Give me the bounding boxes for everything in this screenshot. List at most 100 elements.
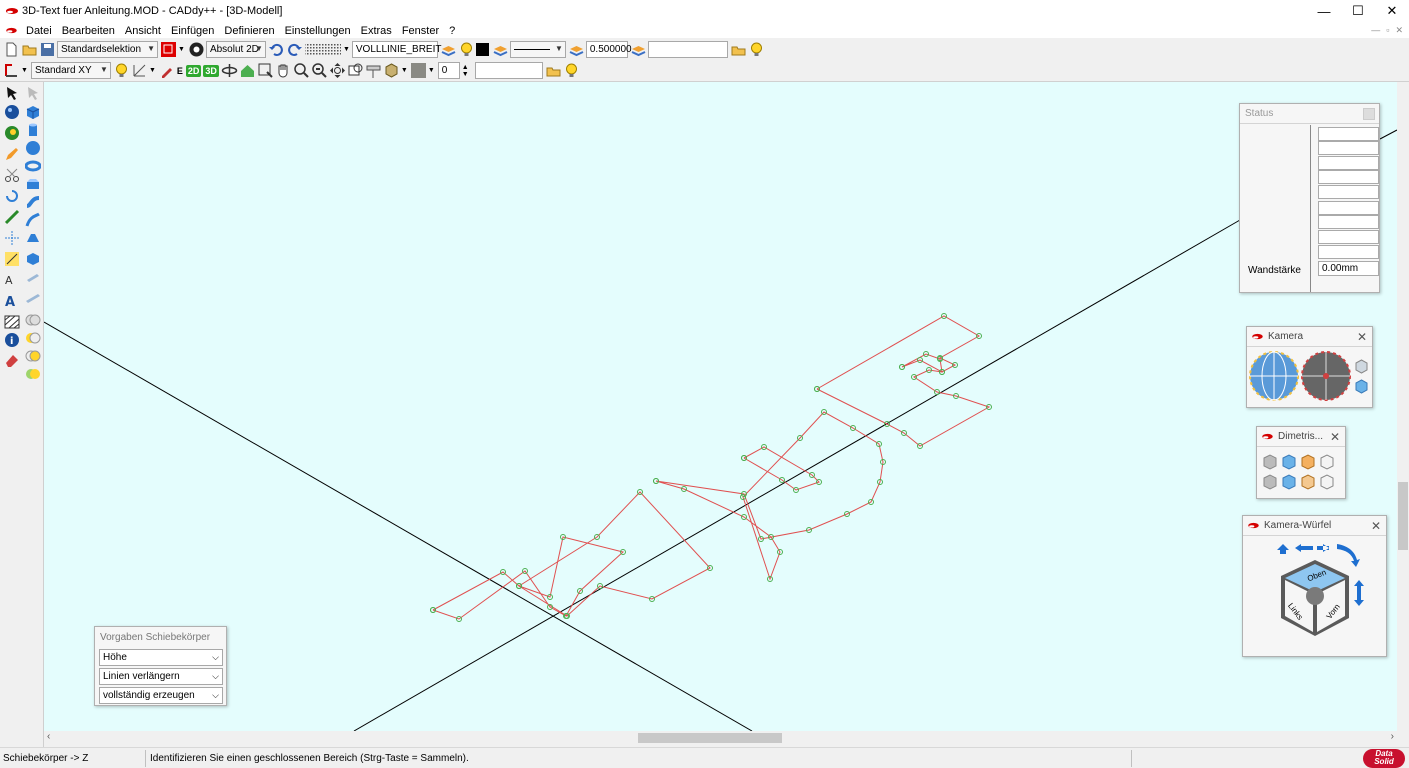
- letter-d-contour[interactable]: [655, 411, 884, 581]
- caret-icon[interactable]: ▼: [178, 46, 185, 53]
- select-box-icon[interactable]: [160, 41, 177, 58]
- dimetric-panel-header[interactable]: Dimetris... ✕: [1257, 427, 1345, 447]
- status-cell[interactable]: [1318, 141, 1379, 155]
- menu-help[interactable]: ?: [444, 25, 460, 37]
- dimetric-view-cube-icon[interactable]: [1320, 474, 1334, 490]
- horizontal-scrollbar[interactable]: ‹ ›: [44, 731, 1397, 745]
- pipe-icon[interactable]: [25, 194, 41, 210]
- pen-tool-icon[interactable]: [159, 62, 176, 79]
- line-style-select[interactable]: ▼: [509, 40, 566, 58]
- new-file-icon[interactable]: [3, 41, 20, 58]
- status-cell[interactable]: [1318, 230, 1379, 244]
- pointer-secondary-icon[interactable]: [25, 85, 41, 101]
- slice-icon[interactable]: [25, 270, 41, 286]
- close-icon[interactable]: ✕: [1371, 519, 1381, 533]
- torus-icon[interactable]: [25, 158, 41, 174]
- toolbar1-input[interactable]: [647, 40, 728, 58]
- layer-stack-icon[interactable]: [440, 41, 457, 58]
- pen-layer-icon[interactable]: [630, 41, 647, 58]
- model-view[interactable]: [44, 82, 1397, 731]
- status-cell[interactable]: [1318, 170, 1379, 184]
- light-bulb-icon[interactable]: [113, 62, 130, 79]
- dimension-icon[interactable]: [4, 230, 20, 246]
- extrude-icon[interactable]: [25, 176, 41, 192]
- dimetric-view-cube-icon[interactable]: [1263, 474, 1277, 490]
- redo-icon[interactable]: [286, 41, 303, 58]
- caret-icon[interactable]: ▼: [401, 67, 408, 74]
- horizontal-scroll-thumb[interactable]: [638, 733, 782, 743]
- camera-panel-header[interactable]: Kamera ✕: [1247, 327, 1372, 347]
- menu-bearbeiten[interactable]: Bearbeiten: [57, 25, 120, 37]
- dimetric-view-cube-icon[interactable]: [1320, 454, 1334, 470]
- rotate-view-icon[interactable]: [221, 62, 238, 79]
- coordinate-mode-icon[interactable]: [188, 41, 205, 58]
- toolbar2-input[interactable]: [474, 62, 543, 79]
- status-cell[interactable]: [1318, 215, 1379, 229]
- menu-datei[interactable]: Datei: [21, 25, 57, 37]
- plane-select[interactable]: Standard XY ▼: [30, 62, 111, 79]
- wall-thickness-field[interactable]: 0.00mm: [1318, 261, 1379, 276]
- render-box-icon[interactable]: [383, 62, 400, 79]
- view-2d-button[interactable]: 2D: [185, 64, 202, 77]
- menu-einfuegen[interactable]: Einfügen: [166, 25, 219, 37]
- combine-icon[interactable]: [25, 366, 41, 382]
- layer-name-field[interactable]: VOLLLINIE_BREIT: [351, 40, 441, 58]
- loft-icon[interactable]: [25, 230, 41, 246]
- color-swatch[interactable]: [475, 42, 489, 56]
- light-bulb-icon[interactable]: [748, 41, 765, 58]
- selection-mode-select[interactable]: Standardselektion ▼: [57, 40, 158, 58]
- axis-icon[interactable]: [131, 62, 148, 79]
- drawing-canvas[interactable]: [44, 82, 1397, 731]
- document-logo-icon[interactable]: [6, 27, 17, 34]
- letter-v-contour[interactable]: [432, 536, 625, 620]
- menu-extras[interactable]: Extras: [356, 25, 397, 37]
- grid-pattern-icon[interactable]: [304, 41, 342, 58]
- status-cell[interactable]: [1318, 185, 1379, 199]
- vertex-markers[interactable]: [430, 313, 992, 622]
- view-cube-small-icon[interactable]: [1354, 359, 1369, 374]
- panel-close-icon[interactable]: [1363, 108, 1375, 120]
- rotate-copy-icon[interactable]: [4, 188, 20, 204]
- close-button[interactable]: ✕: [1375, 0, 1409, 22]
- text-contours[interactable]: [432, 315, 991, 620]
- status-cell[interactable]: [1318, 201, 1379, 215]
- line-width-field[interactable]: 0.500000: [585, 40, 632, 58]
- height-mode-select[interactable]: Höhe ⌵: [99, 649, 223, 666]
- hatch-icon[interactable]: [4, 314, 20, 330]
- fill-color-swatch[interactable]: [410, 63, 426, 78]
- cylinder-icon[interactable]: [25, 122, 41, 138]
- close-icon[interactable]: ✕: [1357, 330, 1367, 344]
- menu-ansicht[interactable]: Ansicht: [120, 25, 166, 37]
- caret-icon[interactable]: ▼: [428, 67, 435, 74]
- line-width-icon[interactable]: [568, 41, 585, 58]
- counter-field[interactable]: 0: [437, 62, 460, 79]
- dimetric-view-cube-icon[interactable]: [1301, 454, 1315, 470]
- sphere-globe-icon[interactable]: [4, 104, 20, 120]
- folder-layer-icon[interactable]: [730, 41, 747, 58]
- pan-hand-icon[interactable]: [275, 62, 292, 79]
- zoom-out-icon[interactable]: [311, 62, 328, 79]
- workplane-icon[interactable]: [3, 62, 20, 79]
- text-tool-icon[interactable]: A: [4, 272, 20, 288]
- subtract-icon[interactable]: [25, 330, 41, 346]
- house-view-icon[interactable]: [239, 62, 256, 79]
- orbit-globe-icon[interactable]: [1249, 351, 1299, 401]
- scissors-icon[interactable]: [4, 167, 20, 183]
- undo-icon[interactable]: [268, 41, 285, 58]
- letter-d-inner[interactable]: [743, 446, 820, 491]
- status-cell[interactable]: [1318, 127, 1379, 141]
- extend-lines-select[interactable]: Linien verlängern ⌵: [99, 668, 223, 685]
- text-edit-icon[interactable]: A: [4, 293, 20, 309]
- measure-icon[interactable]: [365, 62, 382, 79]
- sphere-icon[interactable]: [25, 140, 41, 156]
- union-icon[interactable]: [25, 312, 41, 328]
- dimetric-view-cube-icon[interactable]: [1263, 454, 1277, 470]
- folder-layer-icon[interactable]: [545, 62, 562, 79]
- scroll-left-icon[interactable]: ‹: [47, 731, 50, 742]
- snap-point-icon[interactable]: [4, 251, 20, 267]
- close-icon[interactable]: ✕: [1330, 430, 1340, 444]
- light-bulb-icon[interactable]: [563, 62, 580, 79]
- vertical-scroll-thumb[interactable]: [1398, 482, 1408, 550]
- status-cell[interactable]: [1318, 245, 1379, 259]
- line-type-icon[interactable]: [492, 41, 509, 58]
